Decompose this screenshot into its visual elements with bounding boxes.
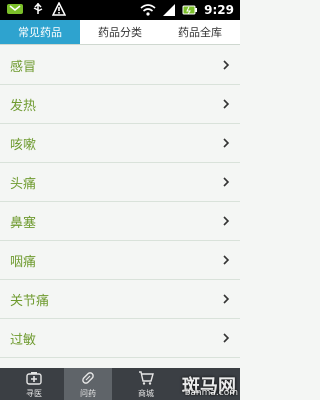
tab-bar: 常见药品 药品分类 药品全库 [0, 20, 240, 45]
list-item[interactable]: 感冒 [0, 46, 240, 85]
nav-item-label: 商城 [138, 388, 154, 398]
tab-drug-library[interactable]: 药品全库 [160, 20, 240, 44]
list-item-label: 发热 [10, 98, 37, 114]
wifi-icon [140, 4, 156, 16]
nav-item-label: 寻医 [26, 388, 42, 398]
nav-item-label: 问药 [80, 388, 96, 398]
chevron-right-icon [223, 60, 230, 70]
list-item[interactable]: 发热 [0, 85, 240, 124]
cart-icon [139, 370, 154, 385]
list-item-label: 过敏 [10, 332, 37, 348]
list-item[interactable]: 过敏 [0, 319, 240, 358]
usb-icon [33, 2, 43, 14]
list-item[interactable]: 头痛 [0, 163, 240, 202]
nav-item-ask-drug[interactable]: 问药 [64, 368, 112, 400]
list-item-label: 鼻塞 [10, 215, 37, 231]
list-item[interactable]: 关节痛 [0, 280, 240, 319]
tab-common-drugs[interactable]: 常见药品 [0, 20, 80, 44]
list-item-label: 感冒 [10, 59, 37, 75]
medical-kit-icon [26, 371, 42, 385]
chevron-right-icon [223, 138, 230, 148]
list-item-label: 咽痛 [10, 254, 37, 270]
tab-drug-categories[interactable]: 药品分类 [80, 20, 160, 44]
chevron-right-icon [223, 294, 230, 304]
warning-icon [52, 2, 66, 16]
chevron-right-icon [223, 333, 230, 343]
nav-item-mall[interactable]: 商城 [122, 368, 170, 400]
status-time: 9:29 [204, 3, 234, 17]
status-bar: 9:29 [0, 0, 240, 20]
signal-icon [163, 4, 176, 16]
list-item-label: 头痛 [10, 176, 37, 192]
watermark-url: banma.com [184, 388, 238, 398]
chevron-right-icon [223, 255, 230, 265]
list-item[interactable]: 咽痛 [0, 241, 240, 280]
list-item-label: 咳嗽 [10, 137, 37, 153]
sms-icon [7, 4, 23, 14]
list-item-label: 关节痛 [10, 293, 50, 309]
chevron-right-icon [223, 216, 230, 226]
chevron-right-icon [223, 177, 230, 187]
battery-icon [182, 5, 198, 15]
nav-item-find-doctor[interactable]: 寻医 [10, 368, 58, 400]
list-item[interactable]: 咳嗽 [0, 124, 240, 163]
list-item[interactable]: 鼻塞 [0, 202, 240, 241]
symptom-list: 感冒 发热 咳嗽 头痛 鼻塞 咽痛 关节痛 过敏 [0, 46, 240, 368]
pill-icon [82, 371, 94, 384]
chevron-right-icon [223, 99, 230, 109]
